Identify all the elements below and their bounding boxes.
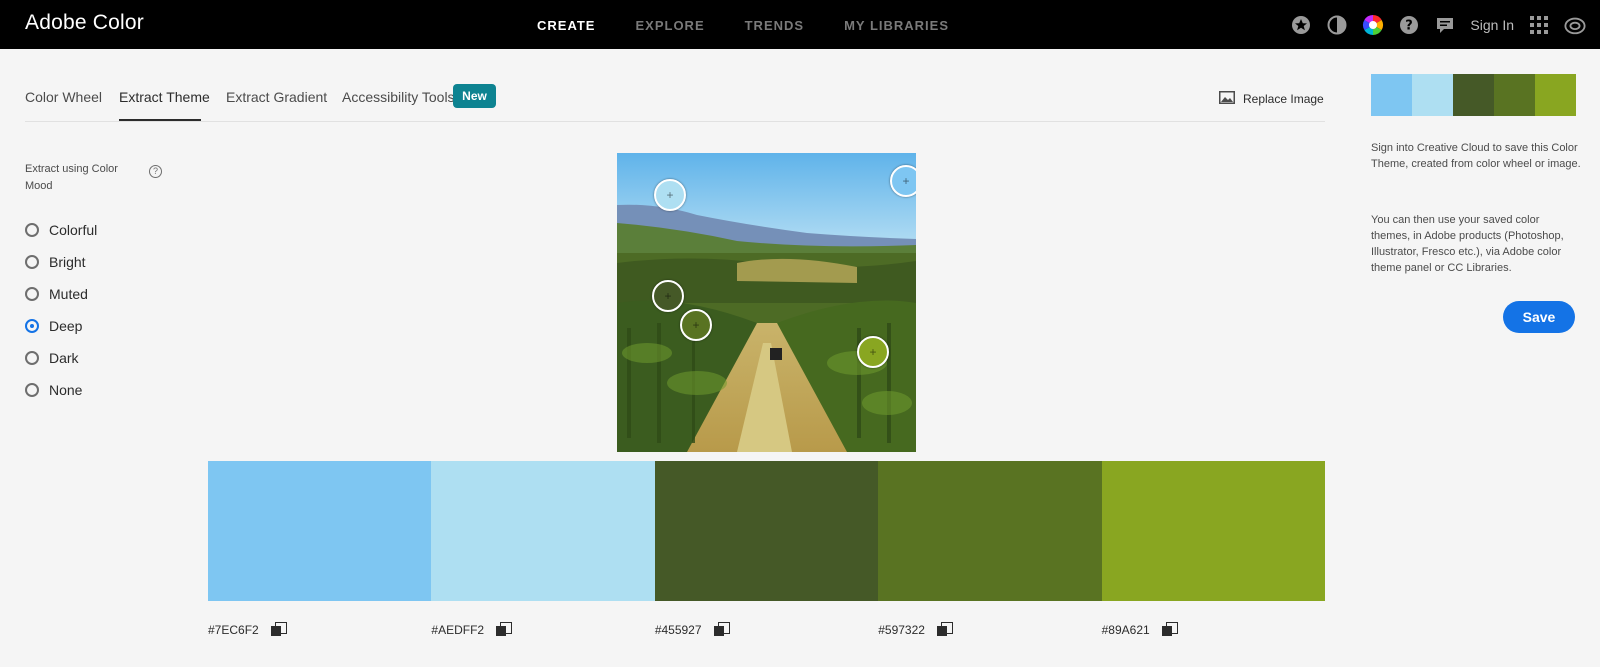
copy-icon[interactable] xyxy=(270,622,287,638)
color-swatch[interactable] xyxy=(208,461,432,601)
replace-image-button[interactable]: Replace Image xyxy=(1219,91,1324,107)
replace-image-label: Replace Image xyxy=(1243,92,1324,106)
help-icon[interactable]: ? xyxy=(1398,14,1420,36)
preview-swatch xyxy=(1412,74,1453,116)
star-icon[interactable] xyxy=(1290,14,1312,36)
mood-option-none[interactable]: None xyxy=(25,374,97,406)
nav-my-libraries[interactable]: MY LIBRARIES xyxy=(844,18,949,33)
active-tab-indicator xyxy=(119,119,201,121)
color-picker-handle-1[interactable] xyxy=(890,165,916,197)
preview-swatch xyxy=(1535,74,1576,116)
copy-icon[interactable] xyxy=(936,622,953,638)
preview-swatch xyxy=(1371,74,1412,116)
save-button[interactable]: Save xyxy=(1503,301,1575,333)
mood-option-muted[interactable]: Muted xyxy=(25,278,97,310)
main-nav: CREATE EXPLORE TRENDS MY LIBRARIES xyxy=(537,18,989,33)
hex-code: #7EC6F2 xyxy=(208,623,259,637)
tab-accessibility-tools[interactable]: Accessibility Tools xyxy=(342,89,455,105)
creative-cloud-icon[interactable] xyxy=(1564,14,1586,36)
color-swatch[interactable] xyxy=(654,461,879,601)
tab-extract-theme[interactable]: Extract Theme xyxy=(119,89,210,105)
hex-code: #89A621 xyxy=(1101,623,1150,637)
preview-swatch xyxy=(1453,74,1494,116)
hex-code: #597322 xyxy=(878,623,925,637)
color-swatch[interactable] xyxy=(431,461,655,601)
mood-option-label: Bright xyxy=(49,254,86,270)
nav-create[interactable]: CREATE xyxy=(537,18,595,33)
mood-option-label: None xyxy=(49,382,83,398)
hex-codes-row: #7EC6F2 #AEDFF2 #455927 #597322 #89A621 xyxy=(208,622,1325,638)
nav-explore[interactable]: EXPLORE xyxy=(635,18,704,33)
nav-trends[interactable]: TRENDS xyxy=(745,18,804,33)
mood-option-label: Muted xyxy=(49,286,88,302)
hex-code: #455927 xyxy=(654,623,702,637)
radio-icon xyxy=(25,383,39,397)
radio-selected-icon xyxy=(25,319,39,333)
apps-grid-icon[interactable] xyxy=(1528,14,1550,36)
contrast-icon[interactable] xyxy=(1326,14,1348,36)
mood-option-label: Dark xyxy=(49,350,79,366)
nav-icons: ? Sign In xyxy=(1290,0,1600,49)
radio-icon xyxy=(25,351,39,365)
hex-code: #AEDFF2 xyxy=(431,623,485,637)
color-picker-handle-3[interactable] xyxy=(652,280,684,312)
color-swatch[interactable] xyxy=(878,461,1102,601)
tab-extract-gradient[interactable]: Extract Gradient xyxy=(226,89,327,105)
chat-icon[interactable] xyxy=(1434,14,1456,36)
mode-tabs: Color Wheel Extract Theme Extract Gradie… xyxy=(25,80,1325,122)
mood-option-label: Colorful xyxy=(49,222,98,238)
sign-in-link[interactable]: Sign In xyxy=(1470,17,1514,33)
color-picker-handle-5[interactable] xyxy=(857,336,889,368)
color-picker-handle-4[interactable] xyxy=(680,309,712,341)
mood-option-colorful[interactable]: Colorful xyxy=(25,214,97,246)
svg-text:?: ? xyxy=(1406,18,1414,33)
copy-icon[interactable] xyxy=(496,622,513,638)
radio-icon xyxy=(25,255,39,269)
copy-icon[interactable] xyxy=(713,622,730,638)
mood-option-dark[interactable]: Dark xyxy=(25,342,97,374)
top-navigation-bar: Adobe Color CREATE EXPLORE TRENDS MY LIB… xyxy=(0,0,1600,49)
color-theme-swatches xyxy=(208,461,1326,601)
sign-in-info-text: Sign into Creative Cloud to save this Co… xyxy=(1371,142,1581,170)
color-mood-label: Extract using Color Mood xyxy=(25,163,118,192)
copy-icon[interactable] xyxy=(1161,622,1178,638)
mood-option-bright[interactable]: Bright xyxy=(25,246,97,278)
mood-option-label: Deep xyxy=(49,318,83,334)
help-circle-icon[interactable]: ? xyxy=(149,165,162,178)
color-wheel-icon[interactable] xyxy=(1362,14,1384,36)
image-icon xyxy=(1219,91,1235,107)
preview-swatch xyxy=(1494,74,1535,116)
libraries-info-text: You can then use your saved color themes… xyxy=(1371,214,1564,274)
app-logo-title[interactable]: Adobe Color xyxy=(25,11,144,35)
radio-icon xyxy=(25,223,39,237)
theme-preview-strip xyxy=(1371,74,1576,116)
new-badge: New xyxy=(453,84,496,108)
mood-option-deep[interactable]: Deep xyxy=(25,310,97,342)
tab-color-wheel[interactable]: Color Wheel xyxy=(25,89,102,105)
radio-icon xyxy=(25,287,39,301)
source-image xyxy=(617,153,916,452)
color-mood-options: Colorful Bright Muted Deep Dark None xyxy=(25,214,97,406)
color-swatch[interactable] xyxy=(1101,461,1326,601)
color-picker-handle-2[interactable] xyxy=(654,179,686,211)
